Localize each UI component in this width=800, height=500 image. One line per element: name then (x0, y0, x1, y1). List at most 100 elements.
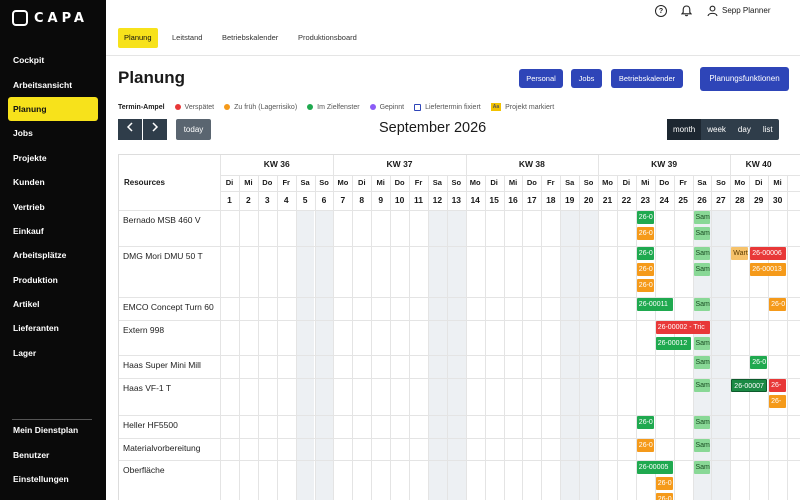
tab-betriebskalender[interactable]: Betriebskalender (216, 28, 284, 48)
sidebar-item-einstellungen[interactable]: Einstellungen (8, 467, 98, 491)
grid-column-line (616, 175, 618, 500)
personal-button[interactable]: Personal (519, 69, 563, 88)
sidebar-item-cockpit[interactable]: Cockpit (8, 48, 98, 72)
job-event[interactable]: Sam (693, 263, 711, 276)
view-month-button[interactable]: month (667, 119, 702, 140)
day-name: Mo (469, 178, 481, 187)
prev-button[interactable] (118, 119, 142, 140)
job-event[interactable]: 26- (769, 395, 786, 408)
help-icon[interactable]: ? (655, 5, 667, 17)
job-event[interactable]: Sam (693, 356, 711, 369)
tab-produktionsboard[interactable]: Produktionsboard (292, 28, 363, 48)
job-event[interactable]: 26-0 (636, 211, 654, 224)
resource-label[interactable]: Haas VF-1 T (123, 383, 171, 393)
resource-label[interactable]: EMCO Concept Turn 60 (123, 302, 214, 312)
job-event[interactable]: 26-0 (636, 279, 654, 292)
tab-leitstand[interactable]: Leitstand (166, 28, 208, 48)
bell-icon[interactable] (680, 5, 692, 17)
sidebar-item-vertrieb[interactable]: Vertrieb (8, 194, 98, 218)
job-event[interactable]: Sam (693, 379, 711, 392)
grid-column-line (598, 175, 599, 500)
day-number: 2 (246, 195, 251, 205)
sidebar-item-projekte[interactable]: Projekte (8, 146, 98, 170)
sidebar-item-planung[interactable]: Planung (8, 96, 98, 122)
jobs-button[interactable]: Jobs (571, 69, 602, 88)
day-name: Mo (602, 178, 613, 187)
legend-item: Zu früh (Lagerrisiko) (224, 104, 297, 111)
job-event[interactable]: Sam (693, 461, 711, 474)
next-button[interactable] (143, 119, 167, 140)
sidebar-item-produktion[interactable]: Produktion (8, 268, 98, 292)
sidebar-item-benutzer[interactable]: Benutzer (8, 442, 98, 466)
job-event[interactable]: 26- (769, 379, 786, 392)
resource-label[interactable]: Heller HF5500 (123, 420, 178, 430)
job-event[interactable]: 26-0 (655, 477, 673, 490)
user-name[interactable]: Sepp Planner (722, 6, 770, 15)
user-icon[interactable] (706, 5, 718, 17)
job-event[interactable]: 26-0 (636, 263, 654, 276)
day-number: 28 (735, 195, 745, 205)
job-event[interactable]: 26-0 (636, 439, 654, 452)
job-event[interactable]: 26-0 (636, 416, 654, 429)
job-event[interactable]: 26-0 (636, 227, 654, 240)
job-event[interactable]: 26-00007 (731, 379, 768, 392)
job-event[interactable]: 26-0 (636, 247, 654, 260)
status-dot-icon (307, 104, 314, 110)
sidebar-item-arbeitsplätze[interactable]: Arbeitsplätze (8, 243, 98, 267)
sidebar-item-jobs[interactable]: Jobs (8, 121, 98, 145)
resource-label[interactable]: DMG Mori DMU 50 T (123, 251, 203, 261)
sidebar-item-mein-dienstplan[interactable]: Mein Dienstplan (8, 418, 98, 442)
job-event[interactable]: Sam (693, 227, 711, 240)
view-day-button[interactable]: day (732, 119, 757, 140)
job-event[interactable]: Sam (693, 298, 711, 311)
resource-label[interactable]: Materialvorbereitung (123, 443, 200, 453)
job-event[interactable]: 26-00005 (636, 461, 673, 474)
job-event[interactable]: Sam (693, 337, 711, 350)
job-event[interactable]: 26-00011 (636, 298, 673, 311)
job-event[interactable]: 26-00013 (750, 263, 786, 276)
sidebar-item-artikel[interactable]: Artikel (8, 292, 98, 316)
day-number: 8 (359, 195, 365, 205)
view-week-button[interactable]: week (701, 119, 732, 140)
day-number: 19 (564, 195, 575, 205)
job-event[interactable]: Sam (693, 439, 711, 452)
job-event[interactable]: 26-0 (769, 298, 786, 311)
tab-planung[interactable]: Planung (118, 28, 158, 48)
job-event[interactable]: Sam (693, 416, 711, 429)
sidebar-item-lieferanten[interactable]: Lieferanten (8, 316, 98, 340)
resource-label[interactable]: Haas Super Mini Mill (123, 360, 201, 370)
sidebar-item-lager[interactable]: Lager (8, 341, 98, 365)
day-name: Mi (773, 178, 782, 187)
betriebskalender-button[interactable]: Betriebskalender (611, 69, 683, 88)
day-name: Sa (300, 178, 310, 187)
view-list-button[interactable]: list (757, 119, 779, 140)
job-event[interactable]: 26-0 (655, 493, 673, 500)
grid-column-line (257, 175, 259, 500)
job-event[interactable]: 26-00006 (750, 247, 786, 260)
job-event[interactable]: 26-00012 (655, 337, 692, 350)
today-button[interactable]: today (176, 119, 211, 140)
sidebar-item-arbeitsansicht[interactable]: Arbeitsansicht (8, 72, 98, 96)
job-event[interactable]: Sam (693, 247, 711, 260)
resources-header: Resources (124, 178, 165, 187)
sidebar-item-kunden[interactable]: Kunden (8, 170, 98, 194)
job-event[interactable]: Sam (693, 211, 711, 224)
grid-column-line (711, 175, 713, 500)
planungsfunktionen-button[interactable]: Planungsfunktionen (700, 67, 789, 91)
day-number: 17 (527, 195, 537, 205)
app-logo[interactable]: CAPA (12, 10, 88, 26)
topbar: ? Sepp Planner (106, 0, 800, 22)
job-event[interactable]: Wart (731, 247, 749, 260)
day-number: 4 (283, 195, 289, 205)
resource-label[interactable]: Extern 998 (123, 325, 164, 335)
day-name: Di (490, 178, 498, 187)
week-header: KW 36 (263, 159, 290, 169)
grid-column-line (579, 175, 581, 500)
job-event[interactable]: 26-00002 - Tric (655, 321, 711, 334)
resource-label[interactable]: Oberfläche (123, 465, 165, 475)
job-event[interactable]: 26-0 (750, 356, 768, 369)
sidebar-item-einkauf[interactable]: Einkauf (8, 219, 98, 243)
day-number: 10 (394, 195, 405, 205)
grid-column-line (409, 175, 410, 500)
resource-label[interactable]: Bernado MSB 460 V (123, 215, 201, 225)
